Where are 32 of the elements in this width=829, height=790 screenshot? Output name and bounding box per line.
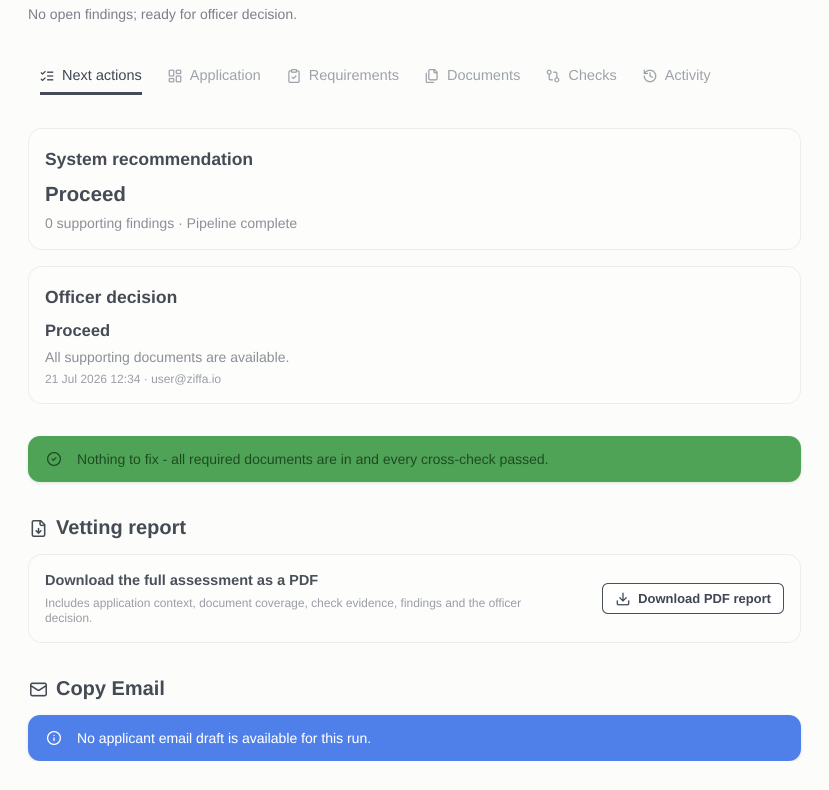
- recommendation-detail: 0 supporting findings · Pipeline complete: [45, 214, 298, 233]
- file-download-icon: [30, 520, 47, 536]
- list-checks-icon: [40, 69, 54, 83]
- tab[interactable]: Application: [168, 58, 261, 95]
- route-icon: [546, 69, 560, 83]
- report-description: Includes application context, document coverage, check evidence, findings and the officer decision.: [45, 596, 522, 626]
- tab[interactable]: Activity: [642, 58, 711, 95]
- tab[interactable]: Checks: [546, 58, 617, 95]
- history-icon: [642, 69, 657, 83]
- check-circle-icon: [47, 452, 61, 466]
- tab[interactable]: Requirements: [286, 58, 399, 95]
- download-button[interactable]: Download PDF report: [602, 583, 784, 614]
- section-heading: Vetting report: [56, 516, 186, 541]
- decision-meta: 21 Jul 2026 12:34 · user@ziffa.io: [45, 371, 222, 387]
- tab[interactable]: Next actions: [40, 58, 142, 95]
- grid-icon: [168, 69, 182, 83]
- info-icon: [47, 731, 61, 745]
- section-heading: Copy Email: [56, 677, 165, 702]
- download-icon: [616, 592, 630, 606]
- decision-note: All supporting documents are available.: [45, 348, 290, 367]
- mail-icon: [30, 680, 47, 698]
- report-title: Download the full assessment as a PDF: [45, 572, 320, 591]
- banner-message: Nothing to fix - all required documents are in and every cross-check passed.: [77, 450, 549, 469]
- clipboard-check-icon: [286, 69, 301, 83]
- card-title: Officer decision: [45, 286, 178, 308]
- tab[interactable]: Documents: [425, 58, 520, 95]
- status-summary: No open findings; ready for officer decision.: [28, 5, 298, 23]
- files-icon: [425, 69, 439, 83]
- banner-message: No applicant email draft is available for this run.: [77, 729, 372, 748]
- verdict-text: Proceed: [45, 321, 112, 342]
- verdict-text: Proceed: [45, 182, 127, 208]
- card-title: System recommendation: [45, 148, 254, 170]
